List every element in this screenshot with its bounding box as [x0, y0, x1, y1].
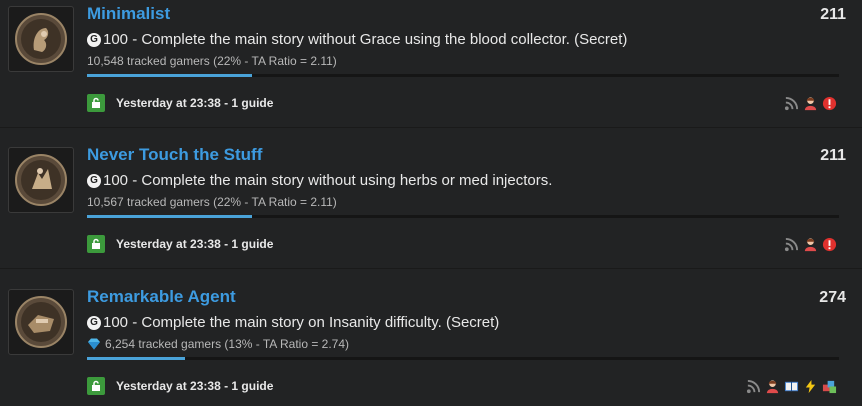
- rss-icon[interactable]: [746, 379, 761, 394]
- achievement-score: 274: [819, 289, 846, 306]
- unlocked-icon: [87, 94, 105, 112]
- gamerscore-icon: G: [87, 315, 101, 330]
- achievement-title-link[interactable]: Minimalist: [87, 4, 170, 24]
- achievement-flags: [784, 95, 837, 111]
- achievement-title-link[interactable]: Never Touch the Stuff: [87, 145, 262, 165]
- achievement-description: G 100 - Complete the main story without …: [87, 31, 627, 48]
- unlock-time: Yesterday at 23:38: [116, 379, 221, 393]
- multiplayer-icon[interactable]: [803, 96, 818, 111]
- unlock-info: Yesterday at 23:38 - 1 guide: [87, 376, 273, 396]
- achievement-item: Never Touch the Stuff 211 G 100 - Comple…: [0, 141, 862, 261]
- divider: [0, 268, 862, 269]
- tracked-gamers: 6,254 tracked gamers (13% - TA Ratio = 2…: [87, 337, 349, 351]
- medallion-icon: [15, 296, 67, 348]
- achievement-score: 211: [820, 6, 846, 23]
- achievement-flags: [784, 236, 837, 252]
- gamerscore-value: 100: [103, 314, 129, 331]
- description-text: - Complete the main story without using …: [132, 172, 553, 189]
- difficulty-icon[interactable]: [822, 379, 837, 394]
- rss-icon[interactable]: [784, 96, 799, 111]
- achievement-description: G 100 - Complete the main story without …: [87, 172, 552, 189]
- missable-icon[interactable]: [822, 237, 837, 252]
- progress-bar-fill: [87, 215, 253, 218]
- progress-bar: [87, 74, 839, 77]
- tracked-gamers: 10,567 tracked gamers (22% - TA Ratio = …: [87, 195, 337, 209]
- progress-bar: [87, 215, 839, 218]
- unlock-time: Yesterday at 23:38: [116, 96, 221, 110]
- description-text: - Complete the main story on Insanity di…: [132, 314, 500, 331]
- guide-link[interactable]: 1 guide: [231, 379, 273, 393]
- achievement-list: Minimalist 211 G 100 - Complete the main…: [0, 0, 862, 406]
- gamerscore-value: 100: [103, 172, 129, 189]
- achievement-title-link[interactable]: Remarkable Agent: [87, 287, 236, 307]
- achievement-score: 211: [820, 147, 846, 164]
- divider: [0, 127, 862, 128]
- achievement-thumbnail[interactable]: [8, 147, 74, 213]
- multiplayer-icon[interactable]: [803, 237, 818, 252]
- progress-bar-fill: [87, 357, 185, 360]
- medallion-icon: [15, 154, 67, 206]
- gamerscore-icon: G: [87, 173, 101, 188]
- achievement-thumbnail[interactable]: [8, 6, 74, 72]
- gamerscore-value: 100: [103, 31, 129, 48]
- rss-icon[interactable]: [784, 237, 799, 252]
- unlock-info: Yesterday at 23:38 - 1 guide: [87, 93, 273, 113]
- unlocked-icon: [87, 377, 105, 395]
- diamond-icon: [88, 338, 100, 350]
- achievement-flags: [746, 378, 837, 394]
- unlocked-icon: [87, 235, 105, 253]
- missable-icon[interactable]: [822, 96, 837, 111]
- unlock-time: Yesterday at 23:38: [116, 237, 221, 251]
- guide-link[interactable]: 1 guide: [231, 96, 273, 110]
- progress-bar: [87, 357, 839, 360]
- speedrun-icon[interactable]: [803, 379, 818, 394]
- medallion-icon: [15, 13, 67, 65]
- achievement-thumbnail[interactable]: [8, 289, 74, 355]
- guide-link[interactable]: 1 guide: [231, 237, 273, 251]
- progress-bar-fill: [87, 74, 253, 77]
- tracked-gamers-text: 6,254 tracked gamers (13% - TA Ratio = 2…: [105, 337, 350, 351]
- description-text: - Complete the main story without Grace …: [132, 31, 628, 48]
- gamerscore-icon: G: [87, 32, 101, 47]
- achievement-item: Minimalist 211 G 100 - Complete the main…: [0, 0, 862, 120]
- tracked-gamers: 10,548 tracked gamers (22% - TA Ratio = …: [87, 54, 337, 68]
- collectible-icon[interactable]: [784, 379, 799, 394]
- multiplayer-icon[interactable]: [765, 379, 780, 394]
- achievement-description: G 100 - Complete the main story on Insan…: [87, 314, 499, 331]
- unlock-info: Yesterday at 23:38 - 1 guide: [87, 234, 273, 254]
- achievement-item: Remarkable Agent 274 G 100 - Complete th…: [0, 283, 862, 403]
